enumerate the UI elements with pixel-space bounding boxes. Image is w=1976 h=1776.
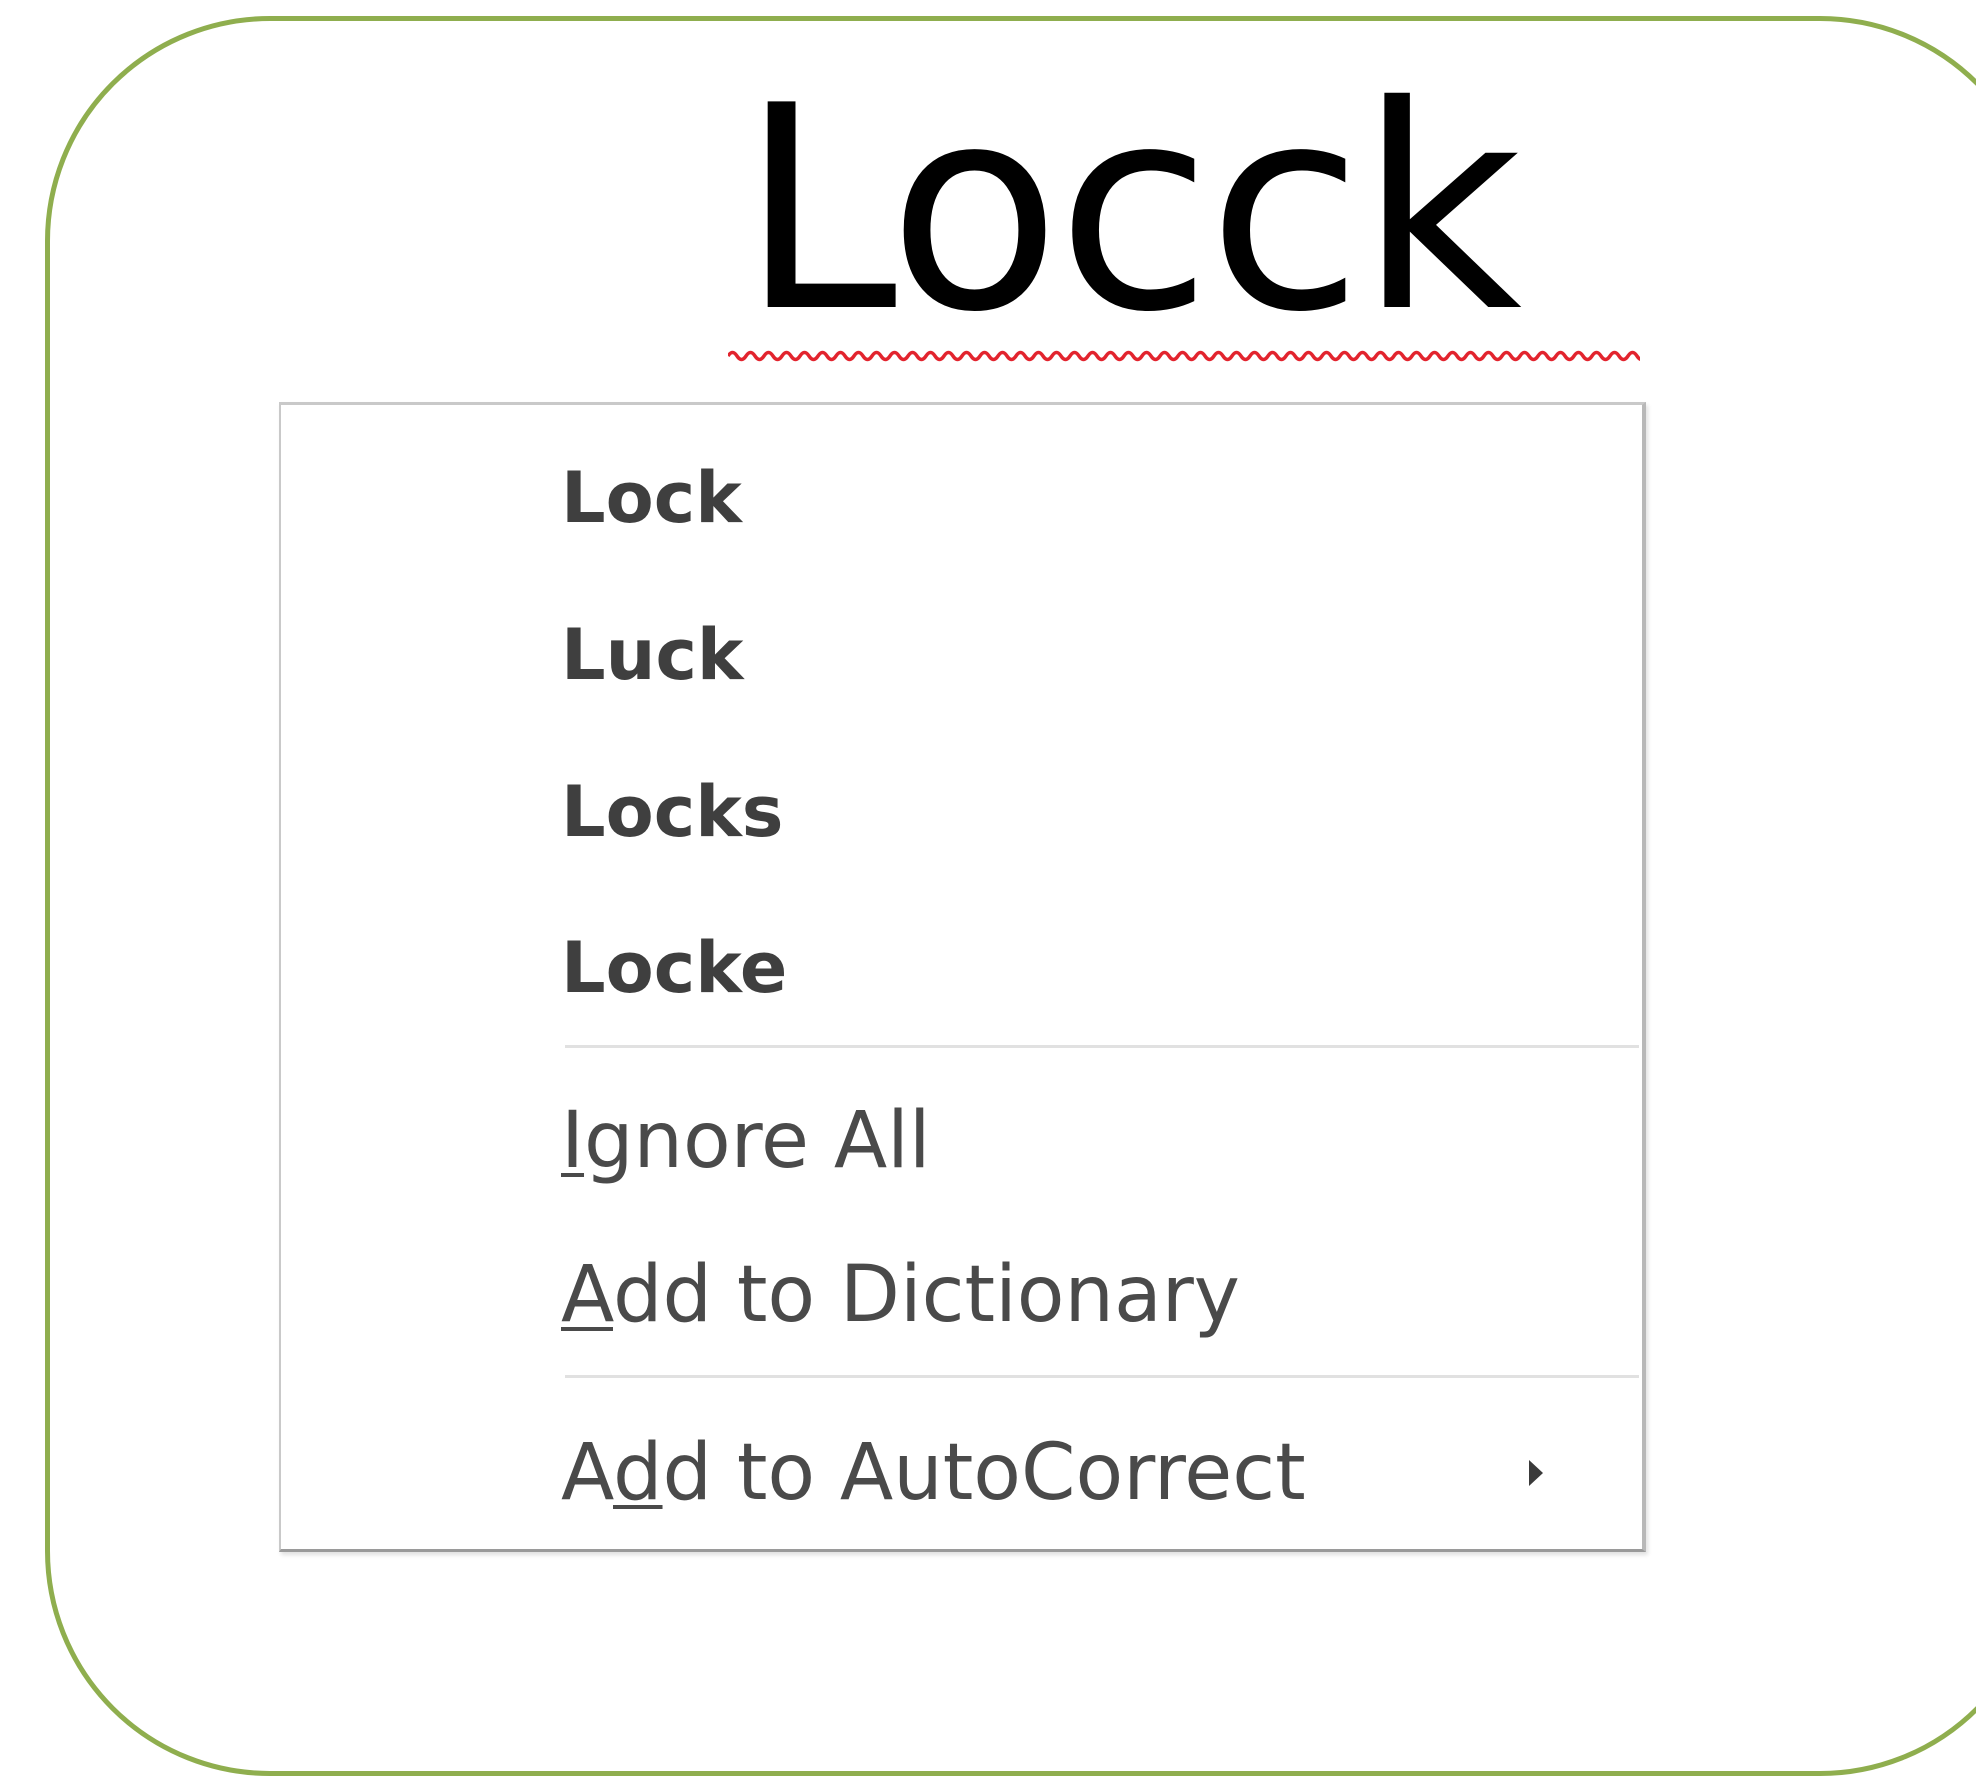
misspelled-word: Locck xyxy=(740,45,1522,374)
suggestion-label: Locke xyxy=(561,927,788,1009)
menu-item-label: d to AutoCorrect xyxy=(662,1428,1306,1518)
mnemonic-letter: I xyxy=(561,1096,585,1186)
menu-item-label: A xyxy=(561,1428,613,1518)
suggestion-lock[interactable]: Lock xyxy=(561,453,742,543)
suggestion-label: Lock xyxy=(561,457,742,539)
spelling-context-menu: Lock Luck Locks Locke Ignore All Add to … xyxy=(279,402,1646,1552)
menu-item-label: gnore All xyxy=(584,1096,931,1186)
menu-separator xyxy=(565,1045,1639,1048)
ignore-all-menu-item[interactable]: Ignore All xyxy=(561,1091,931,1191)
menu-separator xyxy=(565,1375,1639,1378)
mnemonic-letter: A xyxy=(561,1250,613,1340)
suggestion-locke[interactable]: Locke xyxy=(561,923,787,1013)
mnemonic-letter: d xyxy=(613,1428,663,1518)
suggestion-locks[interactable]: Locks xyxy=(561,767,783,857)
menu-item-label: dd to Dictionary xyxy=(613,1250,1240,1340)
suggestion-label: Locks xyxy=(561,771,784,853)
suggestion-luck[interactable]: Luck xyxy=(561,610,744,700)
chevron-right-icon xyxy=(1529,1460,1543,1486)
add-to-dictionary-menu-item[interactable]: Add to Dictionary xyxy=(561,1245,1240,1345)
add-to-autocorrect-menu-item[interactable]: Add to AutoCorrect xyxy=(561,1423,1306,1523)
suggestion-label: Luck xyxy=(561,614,744,696)
spelling-error-squiggle xyxy=(728,350,1640,362)
